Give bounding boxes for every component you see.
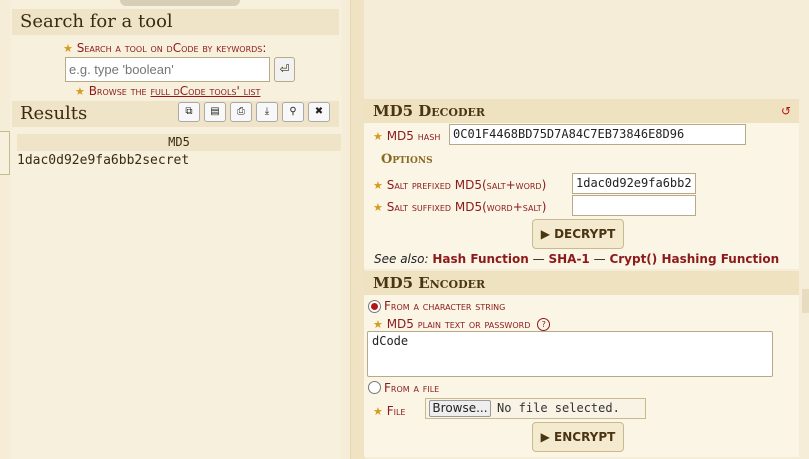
plain-label-row: ★ MD5 plain text or password ? [373,317,551,331]
column-divider [350,0,365,459]
no-file-text: No file selected. [497,401,620,415]
search-keywords-text: Search a tool on dCode by keywords: [76,41,267,55]
hash-label: MD5 hash [386,129,441,143]
radio-file-label[interactable]: From a file [384,381,439,395]
search-keywords-label: ★ Search a tool on dCode by keywords: [63,41,266,55]
refresh-icon[interactable]: ↺ [781,104,791,118]
salt-suffix-input[interactable] [572,195,696,216]
star-icon: ★ [373,130,383,143]
browse-tools-link[interactable]: ★ Browse the full dCode tools' list [75,84,260,98]
browse-link-text[interactable]: full dCode tools' list [150,84,260,98]
see-also-label: See also: [374,252,429,266]
md5-encoder-panel: MD5 Encoder From a character string ★ MD… [364,271,799,457]
scrollbar-handle[interactable] [802,289,809,313]
options-title: Options [381,152,433,167]
result-value[interactable]: 1dac0d92e9fa6bb2secret [17,151,341,171]
file-label-row: ★ File [373,404,405,418]
results-column-header: MD5 [17,134,341,151]
radio-string[interactable] [368,300,381,313]
file-label: File [386,404,406,418]
hash-function-link[interactable]: Hash Function [432,252,528,266]
encoder-title-text: MD5 Encoder [373,274,486,292]
separator: — [593,252,606,266]
sha1-link[interactable]: SHA-1 [548,252,589,266]
encrypt-button[interactable]: ▶ ENCRYPT [532,422,624,452]
see-also-line: See also: Hash Function — SHA-1 — Crypt(… [374,252,779,266]
salt-prefix-label: Salt prefixed MD5(salt+word) [386,178,547,192]
separator: — [532,252,545,266]
star-icon: ★ [63,42,73,55]
star-icon: ★ [373,179,383,192]
side-tab[interactable] [0,131,10,175]
decoder-title: MD5 Decoder [364,99,799,123]
decoder-title-text: MD5 Decoder [373,102,486,120]
search-input[interactable] [65,57,270,82]
plain-label: MD5 plain text or password [386,317,531,331]
radio-string-label[interactable]: From a character string [384,299,505,313]
header-decoration [120,0,240,6]
hash-input[interactable]: 0C01F4468BD75D7A84C7EB73846E8D96 [449,124,746,145]
file-input[interactable]: Browse... No file selected. [425,398,646,419]
star-icon: ★ [75,85,85,98]
browse-prefix: Browse the [88,84,147,98]
salt-prefix-input[interactable]: 1dac0d92e9fa6bb2 [572,173,696,194]
right-top-area [364,0,809,98]
salt-prefix-label-row: ★ Salt prefixed MD5(salt+word) [373,178,546,192]
star-icon: ★ [373,318,383,331]
search-panel-title: Search for a tool [12,9,339,35]
copy-button[interactable]: ⧉ [178,102,200,122]
close-button[interactable]: ✖ [308,102,330,122]
radio-file[interactable] [368,381,381,394]
enter-icon: ⏎ [279,62,290,76]
encoder-title: MD5 Encoder [364,271,799,295]
star-icon: ★ [373,201,383,214]
clipboard-button[interactable]: ▤ [204,102,226,122]
decrypt-button[interactable]: ▶ DECRYPT [532,219,624,249]
help-icon[interactable]: ? [537,318,551,331]
salt-suffix-label: Salt suffixed MD5(word+salt) [386,200,547,214]
pin-button[interactable]: ⚲ [282,102,304,122]
search-submit-button[interactable]: ⏎ [274,57,295,82]
download-button[interactable]: ⤓ [256,102,278,122]
hash-label-row: ★ MD5 hash [373,129,440,143]
md5-decoder-panel: MD5 Decoder ↺ ★ MD5 hash 0C01F4468BD75D7… [364,99,799,269]
crypt-hashing-link[interactable]: Crypt() Hashing Function [609,252,779,266]
print-button[interactable]: ⎙ [230,102,252,122]
star-icon: ★ [373,405,383,418]
salt-suffix-label-row: ★ Salt suffixed MD5(word+salt) [373,200,546,214]
browse-button[interactable]: Browse... [429,400,491,417]
plain-text-area[interactable]: dCode [367,331,773,377]
